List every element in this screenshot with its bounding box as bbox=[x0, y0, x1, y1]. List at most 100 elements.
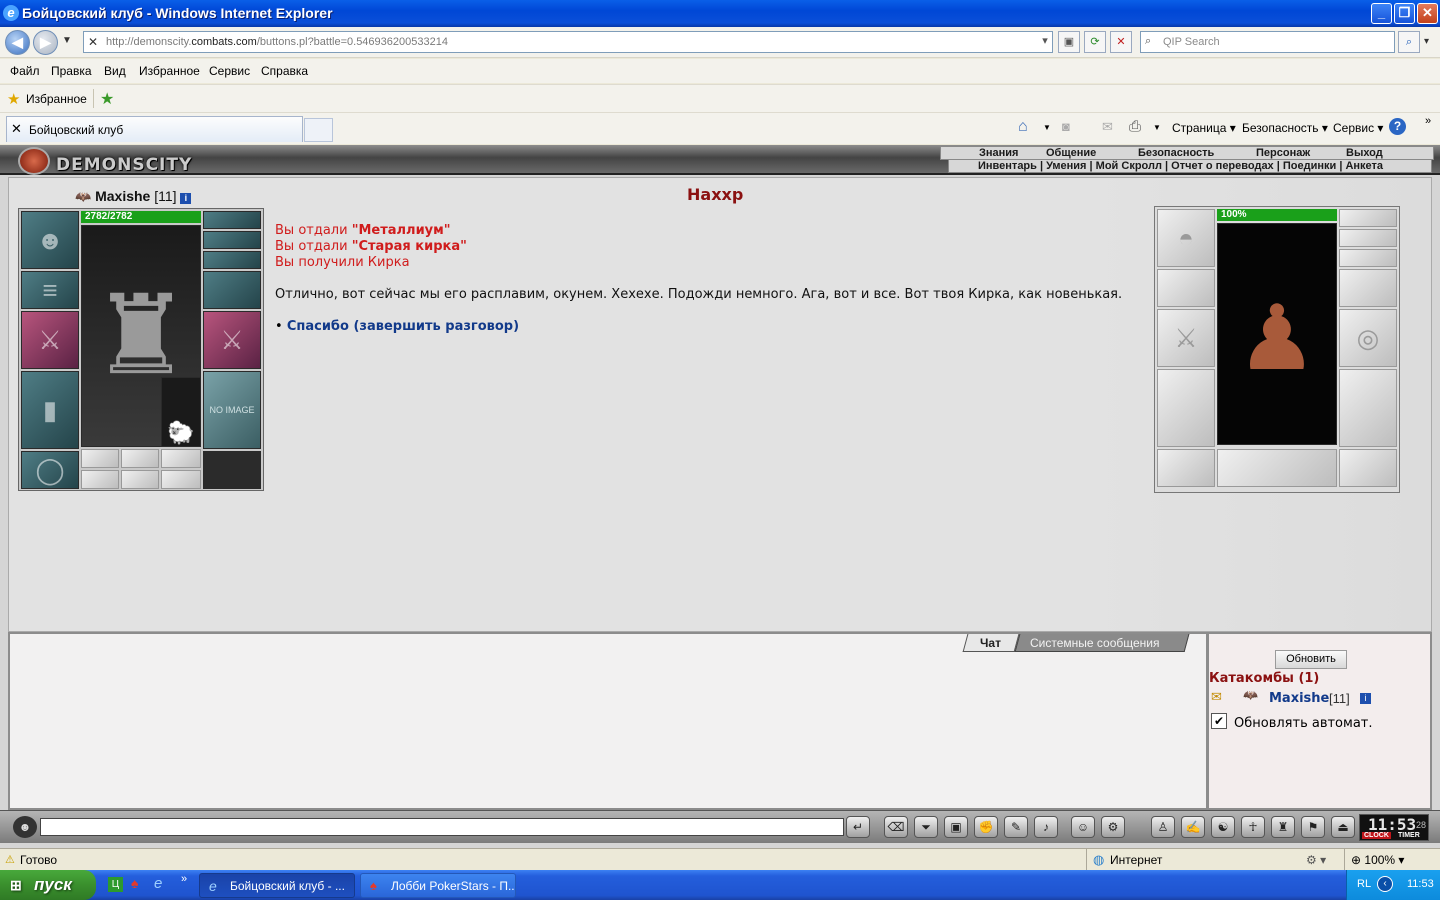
settings-icon[interactable]: ⚙ bbox=[1101, 816, 1125, 838]
pet-slot[interactable]: 🐑 bbox=[161, 377, 201, 447]
ring-slot-3[interactable] bbox=[161, 449, 201, 468]
smiles-icon[interactable]: ☺ bbox=[1071, 816, 1095, 838]
player-name[interactable]: Maxishe bbox=[95, 188, 150, 204]
npc-gloves-slot[interactable] bbox=[1339, 269, 1397, 307]
npc-armor-slot[interactable] bbox=[1157, 369, 1215, 447]
auto-refresh-checkbox[interactable]: ✔ bbox=[1211, 713, 1227, 729]
home-icon[interactable]: ⌂ bbox=[1018, 118, 1028, 136]
leggings-slot[interactable]: NO IMAGE bbox=[203, 371, 261, 449]
print-dropdown-icon[interactable]: ▼ bbox=[1153, 123, 1161, 132]
clear-icon[interactable]: ⌫ bbox=[884, 816, 908, 838]
favorites-button[interactable]: Избранное bbox=[26, 92, 87, 106]
left-weapon-slot[interactable]: ⚔ bbox=[21, 311, 79, 369]
right-weapon-slot[interactable]: ⚔ bbox=[203, 311, 261, 369]
tray-expand-icon[interactable]: ‹ bbox=[1377, 876, 1393, 892]
address-bar[interactable]: ✕ http://demonscity.combats.com/buttons.… bbox=[83, 31, 1053, 53]
language-indicator[interactable]: RL bbox=[1357, 878, 1371, 890]
armor-slot[interactable]: ▮ bbox=[21, 371, 79, 449]
search-input[interactable]: ⌕ QIP Search bbox=[1140, 31, 1395, 53]
earrings-slot[interactable] bbox=[203, 211, 261, 229]
skills-icon[interactable]: ✍ bbox=[1181, 816, 1205, 838]
scroll-slot-3[interactable] bbox=[161, 470, 201, 489]
command-page[interactable]: Страница ▾ bbox=[1172, 121, 1236, 135]
timer-label[interactable]: TIMER bbox=[1398, 832, 1420, 839]
scroll-slot-2[interactable] bbox=[121, 470, 159, 489]
menu-help[interactable]: Справка bbox=[261, 64, 308, 78]
menu-edit[interactable]: Правка bbox=[51, 64, 92, 78]
close-button[interactable]: ✕ bbox=[1417, 3, 1438, 24]
menu-tools[interactable]: Сервис bbox=[209, 64, 250, 78]
friends-icon[interactable]: ☯ bbox=[1211, 816, 1235, 838]
npc-helmet-slot[interactable]: ◓ bbox=[1157, 209, 1215, 267]
add-favorite-icon[interactable]: ★ bbox=[100, 89, 114, 109]
player-info-icon[interactable]: i bbox=[180, 193, 192, 204]
site-logo[interactable]: DEMONSCITY bbox=[56, 155, 192, 175]
character-icon[interactable]: ♙ bbox=[1151, 816, 1175, 838]
start-button[interactable]: ⊞ пуск bbox=[0, 870, 96, 900]
back-icon[interactable]: ◀ bbox=[5, 30, 30, 55]
menu-security[interactable]: Безопасность bbox=[1138, 147, 1214, 159]
send-icon[interactable]: ↵ bbox=[846, 816, 870, 838]
chat-input[interactable] bbox=[40, 818, 844, 836]
command-security[interactable]: Безопасность ▾ bbox=[1242, 121, 1328, 135]
scroll-slot-1[interactable] bbox=[81, 470, 119, 489]
finish-dialog-link[interactable]: Спасибо (завершить разговор) bbox=[287, 319, 519, 334]
chat-mode-icon[interactable]: ☻ bbox=[13, 816, 37, 838]
quicklaunch-more-icon[interactable]: » bbox=[181, 873, 187, 885]
quicklaunch-pokerstars-icon[interactable]: ♠ bbox=[131, 875, 138, 891]
help-icon[interactable]: ? bbox=[1389, 118, 1406, 135]
quests-icon[interactable]: ☥ bbox=[1241, 816, 1265, 838]
protected-mode-icon[interactable]: ⚙ ▾ bbox=[1306, 853, 1326, 867]
save-log-icon[interactable]: ▣ bbox=[944, 816, 968, 838]
filter-icon[interactable]: ⏷ bbox=[914, 816, 938, 838]
helmet-slot[interactable]: ☻ bbox=[21, 211, 79, 269]
npc-rings-slot[interactable] bbox=[1339, 249, 1397, 267]
npc-shield-slot[interactable]: ◎ bbox=[1339, 309, 1397, 367]
private-message-icon[interactable]: ✉ bbox=[1211, 689, 1222, 705]
hp-tool-icon[interactable]: ✎ bbox=[1004, 816, 1028, 838]
menu-file[interactable]: Файл bbox=[10, 64, 40, 78]
home-dropdown-icon[interactable]: ▼ bbox=[1043, 123, 1051, 132]
menu-favorites[interactable]: Избранное bbox=[139, 64, 200, 78]
zoom-control[interactable]: ⊕ 100% ▾ bbox=[1351, 853, 1404, 867]
ring-slot-2[interactable] bbox=[121, 449, 159, 468]
address-dropdown-icon[interactable]: ▾ bbox=[1036, 31, 1054, 53]
menu-exit[interactable]: Выход bbox=[1346, 147, 1383, 159]
gloves-slot[interactable] bbox=[203, 271, 261, 309]
npc-bracers-slot[interactable] bbox=[1157, 269, 1215, 307]
menu-view[interactable]: Вид bbox=[104, 64, 126, 78]
exit-icon[interactable]: ⏏ bbox=[1331, 816, 1355, 838]
npc-amulet-slot[interactable] bbox=[1339, 229, 1397, 247]
minimize-button[interactable]: _ bbox=[1371, 3, 1392, 24]
window-title-bar[interactable]: e Бойцовский клуб - Windows Internet Exp… bbox=[0, 0, 1440, 27]
command-tools[interactable]: Сервис ▾ bbox=[1333, 121, 1383, 135]
quicklaunch-app-icon[interactable]: Ц bbox=[108, 877, 123, 892]
quicklaunch-ie-icon[interactable]: e bbox=[154, 875, 162, 892]
amulet-slot[interactable] bbox=[203, 231, 261, 249]
rings-slot[interactable] bbox=[203, 251, 261, 269]
task-pokerstars[interactable]: ♠ Лобби PokerStars - П... bbox=[360, 873, 516, 898]
npc-earrings-slot[interactable] bbox=[1339, 209, 1397, 227]
fight-icon[interactable]: ✊ bbox=[974, 816, 998, 838]
menu-character[interactable]: Персонаж bbox=[1256, 147, 1310, 159]
boots-slot[interactable] bbox=[203, 451, 261, 489]
map-icon[interactable]: ⚑ bbox=[1301, 816, 1325, 838]
sub-menu-links[interactable]: Инвентарь | Умения | Мой Скролл | Отчет … bbox=[978, 160, 1383, 172]
belt-slot[interactable]: ◯ bbox=[21, 451, 79, 489]
task-combats[interactable]: e Бойцовский клуб - ... bbox=[199, 873, 355, 898]
history-dropdown-icon[interactable]: ▼ bbox=[62, 35, 72, 46]
clock-label[interactable]: CLOCK bbox=[1362, 832, 1391, 839]
sound-icon[interactable]: ♪ bbox=[1034, 816, 1058, 838]
npc-leggings-slot[interactable] bbox=[1339, 369, 1397, 447]
npc-left-weapon-slot[interactable]: ⚔ bbox=[1157, 309, 1215, 367]
more-commands-icon[interactable]: » bbox=[1425, 115, 1431, 127]
refresh-icon[interactable]: ⟳ bbox=[1084, 31, 1106, 53]
npc-belt-slot[interactable] bbox=[1157, 449, 1215, 487]
print-icon[interactable]: ⎙ bbox=[1129, 118, 1141, 135]
mail-icon[interactable]: ✉ bbox=[1102, 119, 1113, 135]
refresh-button[interactable]: Обновить bbox=[1275, 650, 1347, 669]
online-user-info-icon[interactable]: i bbox=[1360, 693, 1371, 704]
tray-clock[interactable]: 11:53 bbox=[1407, 878, 1434, 890]
new-tab-button[interactable] bbox=[304, 118, 333, 142]
online-user-name[interactable]: Maxishe bbox=[1269, 691, 1329, 706]
